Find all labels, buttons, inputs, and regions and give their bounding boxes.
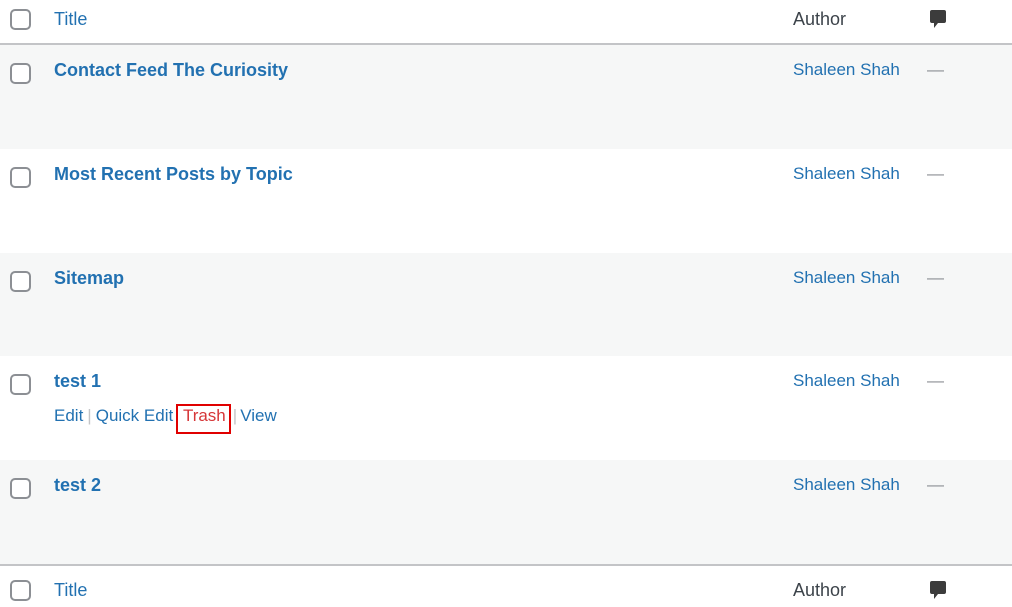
row-title-link[interactable]: Contact Feed The Curiosity: [54, 60, 288, 81]
table-header: Title Author: [0, 0, 1012, 45]
table-row: Most Recent Posts by Topic Shaleen Shah …: [0, 149, 1012, 253]
row-author-link[interactable]: Shaleen Shah: [793, 268, 900, 288]
row-comments: —: [927, 268, 944, 287]
row-checkbox[interactable]: [10, 167, 31, 188]
row-actions: Edit | Quick Edit Trash | View: [54, 404, 277, 434]
table-row: Sitemap Shaleen Shah —: [0, 253, 1012, 357]
edit-link[interactable]: Edit: [54, 406, 83, 425]
title-column-sort-footer[interactable]: Title: [54, 580, 87, 601]
row-title-link[interactable]: test 2: [54, 475, 101, 496]
author-column-header: Author: [793, 9, 847, 29]
comment-bubble-icon[interactable]: [929, 580, 947, 600]
action-separator: |: [232, 406, 238, 425]
row-checkbox[interactable]: [10, 374, 31, 395]
select-all-checkbox[interactable]: [10, 9, 31, 30]
row-title-link[interactable]: Most Recent Posts by Topic: [54, 164, 293, 185]
author-column-footer: Author: [793, 580, 847, 600]
comment-bubble-icon[interactable]: [929, 9, 947, 29]
row-comments: —: [927, 371, 944, 390]
row-comments: —: [927, 164, 944, 183]
row-checkbox[interactable]: [10, 271, 31, 292]
row-author-link[interactable]: Shaleen Shah: [793, 371, 900, 391]
table-footer: Title Author: [0, 564, 1012, 607]
row-title-link[interactable]: Sitemap: [54, 268, 124, 289]
select-all-checkbox-footer[interactable]: [10, 580, 31, 601]
row-author-link[interactable]: Shaleen Shah: [793, 164, 900, 184]
row-author-link[interactable]: Shaleen Shah: [793, 60, 900, 80]
row-comments: —: [927, 475, 944, 494]
row-title-link[interactable]: test 1: [54, 371, 101, 392]
action-separator: |: [87, 406, 92, 425]
table-row: test 1 Edit | Quick Edit Trash | View Shalee…: [0, 356, 1012, 460]
pages-list-table: Title Author Contact Feed The Curiosity …: [0, 0, 1012, 607]
table-row: test 2 Shaleen Shah —: [0, 460, 1012, 564]
row-author-link[interactable]: Shaleen Shah: [793, 475, 900, 495]
title-column-sort[interactable]: Title: [54, 9, 87, 30]
row-checkbox[interactable]: [10, 478, 31, 499]
view-link[interactable]: View: [240, 406, 277, 425]
row-checkbox[interactable]: [10, 63, 31, 84]
quick-edit-link[interactable]: Quick Edit: [96, 406, 173, 425]
trash-link[interactable]: Trash: [175, 404, 231, 434]
table-row: Contact Feed The Curiosity Shaleen Shah …: [0, 45, 1012, 149]
row-comments: —: [927, 60, 944, 79]
